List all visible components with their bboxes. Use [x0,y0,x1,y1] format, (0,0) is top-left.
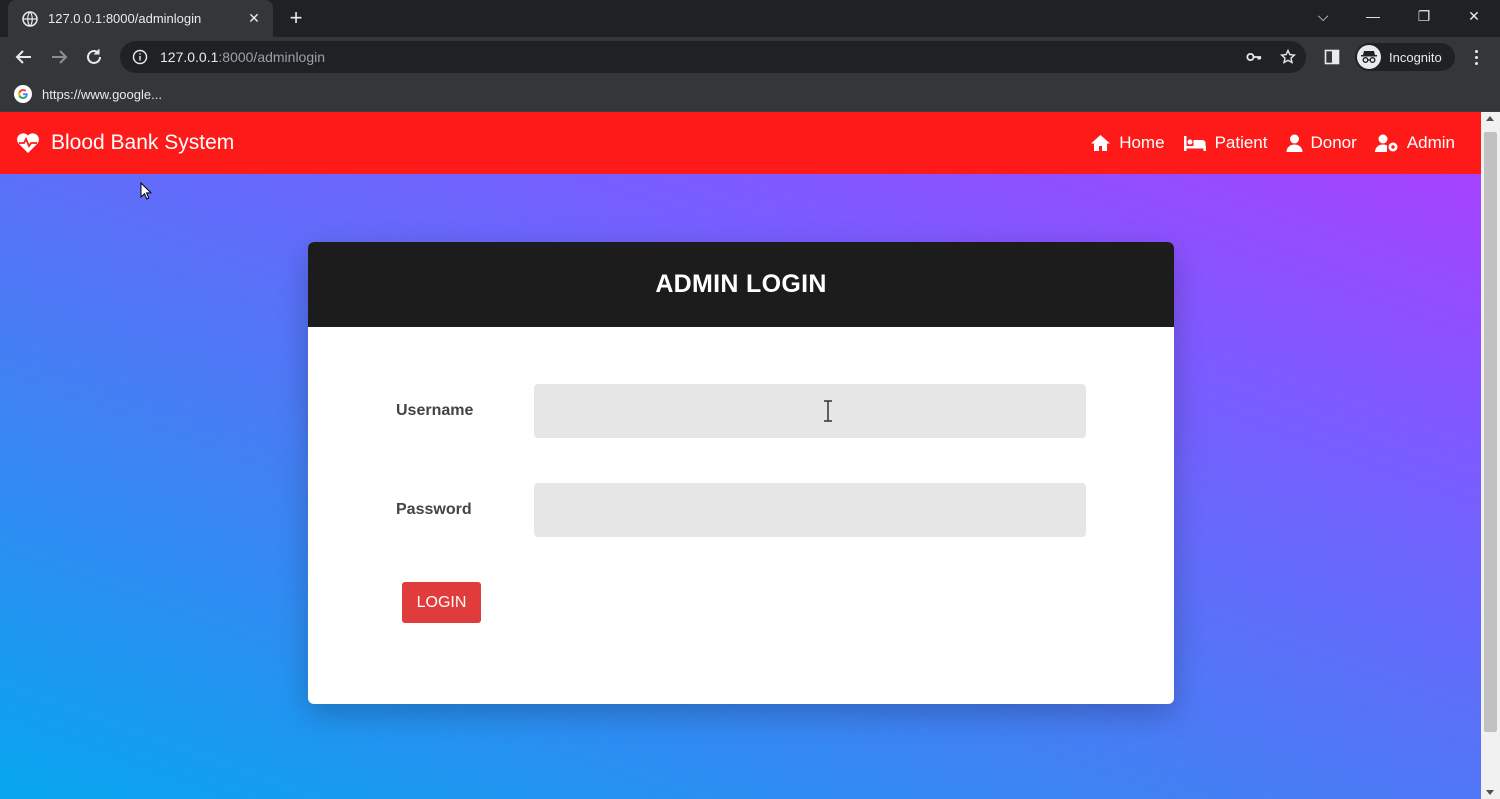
password-label: Password [396,501,472,518]
tab-title: 127.0.0.1:8000/adminlogin [48,11,202,26]
back-arrow-icon [15,50,31,64]
user-cog-icon [1374,134,1399,152]
password-row: Password [396,483,1086,537]
login-button[interactable]: LOGIN [402,582,481,623]
key-icon[interactable] [1246,49,1262,65]
nav-home[interactable]: Home [1090,133,1165,153]
nav-links: Home Patient Donor Admin [1072,112,1455,174]
bed-icon [1183,134,1207,152]
new-tab-button[interactable]: + [284,6,308,30]
nav-donor[interactable]: Donor [1286,133,1357,153]
url-host: 127.0.0.1 [160,49,219,65]
url-path: :8000/adminlogin [218,49,326,65]
nav-admin[interactable]: Admin [1374,133,1455,153]
restore-button[interactable]: ❐ [1409,4,1439,28]
bookmark-star-icon[interactable] [1280,49,1296,65]
text-cursor-icon [824,400,832,422]
reload-icon [87,49,101,64]
tab-close-icon[interactable]: ✕ [245,10,263,27]
bookmark-label: https://www.google... [42,86,162,102]
page-viewport: Blood Bank System Home Patient Donor Adm… [0,112,1500,799]
username-label: Username [396,402,474,419]
brand-link[interactable]: Blood Bank System [16,112,234,174]
username-input[interactable] [534,384,1086,438]
minimize-button[interactable]: — [1358,4,1388,28]
side-panel-icon [1324,49,1340,65]
forward-button[interactable] [47,45,71,69]
tab-strip: 127.0.0.1:8000/adminlogin ✕ + ⌵ — ❐ ✕ [0,0,1500,37]
admin-login-card: ADMIN LOGIN Username Password LOGIN [308,242,1174,704]
bookmarks-bar: https://www.google... [0,77,1500,112]
incognito-icon [1357,45,1381,69]
incognito-profile-button[interactable]: Incognito [1355,43,1455,71]
scroll-up-icon[interactable] [1486,116,1494,121]
page-title: ADMIN LOGIN [655,270,827,298]
scrollbar-thumb[interactable] [1484,132,1497,732]
google-icon [14,85,32,103]
mouse-pointer-icon [140,182,152,200]
username-row: Username [396,384,1086,438]
reload-button[interactable] [82,45,106,69]
scroll-down-icon[interactable] [1486,790,1494,795]
address-bar[interactable]: 127.0.0.1:8000/adminlogin [120,41,1306,73]
nav-patient-label: Patient [1214,133,1268,152]
nav-admin-label: Admin [1406,133,1455,152]
profile-label: Incognito [1389,49,1442,65]
heartbeat-icon [16,132,40,154]
back-button[interactable] [12,45,36,69]
side-panel-button[interactable] [1320,45,1344,69]
nav-donor-label: Donor [1310,133,1357,152]
password-input[interactable] [534,483,1086,537]
tab-search-icon[interactable]: ⌵ [1308,4,1338,28]
forward-arrow-icon [52,50,68,64]
brand-title: Blood Bank System [51,131,235,154]
user-icon [1286,134,1303,152]
close-window-button[interactable]: ✕ [1459,4,1489,28]
home-icon [1090,134,1111,152]
page-scrollbar[interactable] [1481,112,1500,799]
browser-toolbar: 127.0.0.1:8000/adminlogin Incognito [0,37,1500,77]
globe-icon [22,10,38,27]
browser-menu-icon[interactable] [1468,45,1484,69]
app-navbar: Blood Bank System Home Patient Donor Adm… [0,112,1481,174]
browser-tab[interactable]: 127.0.0.1:8000/adminlogin ✕ [8,0,273,37]
nav-home-label: Home [1119,133,1165,152]
site-info-icon[interactable] [132,49,148,65]
nav-patient[interactable]: Patient [1183,133,1268,153]
card-header: ADMIN LOGIN [308,242,1174,327]
bookmark-google[interactable]: https://www.google... [14,83,162,105]
